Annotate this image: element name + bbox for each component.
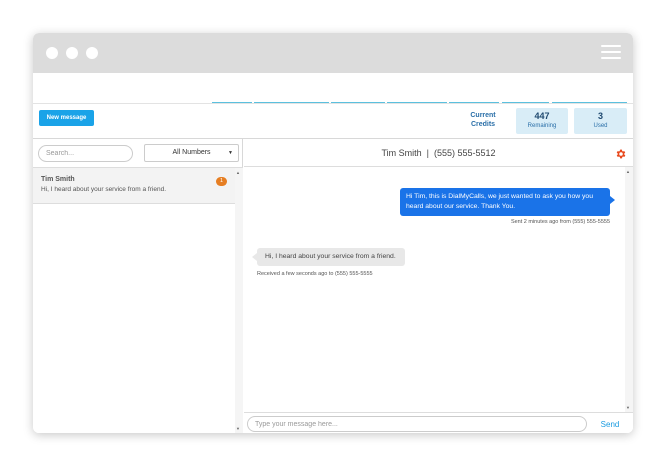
caret-down-icon: ▼ [228, 150, 233, 156]
scroll-down-icon[interactable]: ▼ [626, 405, 630, 410]
hamburger-menu-icon[interactable] [601, 44, 621, 60]
chat-pane: Tim Smith | (555) 555-5512 Hi Tim, this … [244, 139, 633, 433]
credits-toolbar: New message Current Credits 447 Remainin… [33, 103, 633, 139]
scroll-up-icon[interactable]: ▲ [236, 170, 240, 175]
scroll-down-icon[interactable]: ▼ [236, 426, 240, 431]
message-input[interactable] [247, 416, 587, 432]
credits-remaining-label: Remaining [527, 123, 557, 129]
incoming-message-meta: Received a few seconds ago to (555) 555-… [257, 271, 373, 277]
conversation-name: Tim Smith [41, 176, 75, 183]
new-message-button[interactable]: New message [39, 110, 94, 126]
scroll-up-icon[interactable]: ▲ [626, 169, 630, 174]
credits-used-label: Used [593, 123, 608, 129]
message-thread: Hi Tim, this is DialMyCalls, we just wan… [244, 167, 625, 412]
conversation-list-pane: All Numbers ▼ Tim Smith Hi, I heard abou… [33, 139, 243, 433]
gear-icon[interactable] [615, 148, 627, 160]
credits-remaining-value: 447 [534, 111, 550, 121]
title-bar [33, 33, 633, 73]
window-dot-2[interactable] [66, 47, 78, 59]
send-button[interactable]: Send [594, 417, 626, 431]
conversation-item[interactable]: Tim Smith Hi, I heard about your service… [33, 168, 235, 204]
message-composer: Send [244, 412, 633, 433]
number-filter-select[interactable]: All Numbers ▼ [144, 144, 239, 162]
outgoing-message-meta: Sent 2 minutes ago from (555) 555-5555 [510, 219, 610, 225]
incoming-message-bubble: Hi, I heard about your service from a fr… [252, 248, 405, 266]
message-thread-scrollbar[interactable]: ▲ ▼ [625, 167, 633, 412]
credits-used-value: 3 [597, 111, 603, 121]
window-dot-3[interactable] [86, 47, 98, 59]
chat-header: Tim Smith | (555) 555-5512 [244, 139, 633, 167]
conversation-preview: Hi, I heard about your service from a fr… [41, 186, 167, 193]
chat-contact-title: Tim Smith | (555) 555-5512 [381, 148, 496, 158]
window-dot-1[interactable] [46, 47, 58, 59]
credits-remaining-card: 447 Remaining [516, 108, 568, 134]
credits-used-card: 3 Used [574, 108, 627, 134]
number-filter-value: All Numbers [172, 149, 211, 156]
current-credits-label: Current Credits [470, 112, 496, 128]
outgoing-message-bubble: Hi Tim, this is DialMyCalls, we just wan… [400, 188, 615, 216]
app-window: New message Current Credits 447 Remainin… [33, 33, 633, 433]
search-input[interactable] [38, 145, 133, 162]
conversation-list-scrollbar[interactable]: ▲ ▼ [235, 168, 243, 433]
unread-badge: 1 [216, 177, 227, 186]
